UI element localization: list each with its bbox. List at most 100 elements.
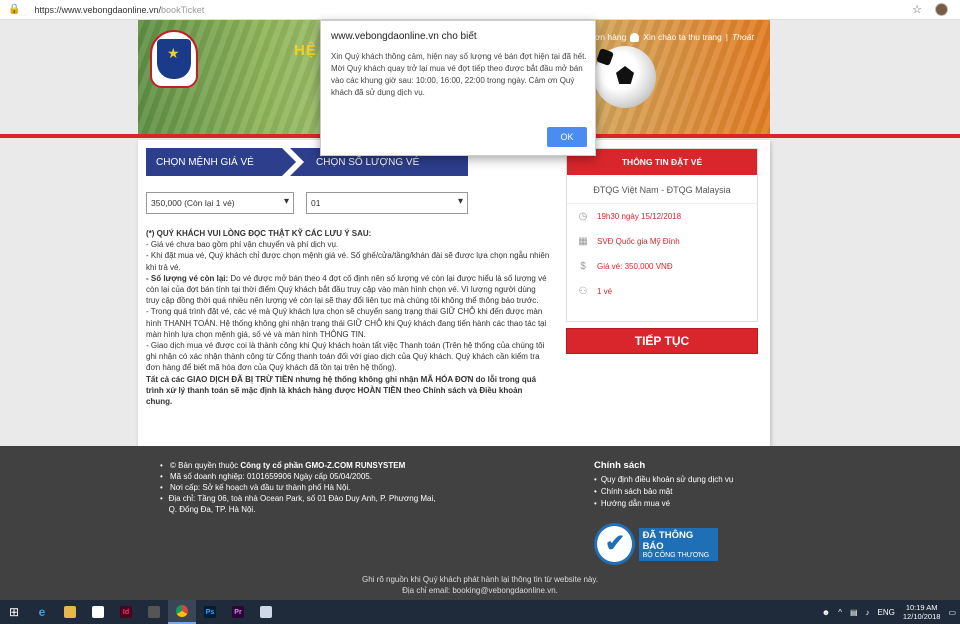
footer-address: • Địa chỉ: Tầng 06, toà nhà Ocean Park, s… [160, 493, 440, 515]
match-name: ĐTQG Việt Nam - ĐTQG Malaysia [567, 175, 757, 204]
clock-icon: ◷ [578, 211, 588, 222]
notes-icon [260, 606, 272, 618]
note-3-label: - Số lượng vé còn lại: [146, 273, 229, 283]
vff-logo[interactable] [150, 30, 198, 88]
continue-button[interactable]: TIẾP TỤC [566, 328, 758, 354]
match-time: 19h30 ngày 15/12/2018 [597, 212, 682, 221]
chevron-up-icon[interactable]: ^ [838, 608, 842, 617]
taskbar-indesign[interactable]: Id [112, 600, 140, 624]
info-count-row: ⚇ 1 vé [567, 279, 757, 304]
badge-line1: ĐÃ THÔNG BÁO [642, 529, 694, 552]
ticket-price: Giá vé: 350,000 VNĐ [597, 262, 673, 271]
profile-avatar[interactable] [935, 3, 948, 16]
policy-link-guide[interactable]: Hướng dẫn mua vé [601, 499, 670, 508]
user-icon [630, 32, 640, 42]
note-6: Tất cả các GIAO DỊCH ĐÃ BỊ TRỪ TIỀN nhưn… [146, 374, 537, 407]
taskbar-edge[interactable]: e [28, 600, 56, 624]
booking-info-panel: THÔNG TIN ĐẶT VÉ ĐTQG Việt Nam - ĐTQG Ma… [566, 148, 758, 322]
footer-bullet: • [160, 483, 163, 492]
badge-line2: BỘ CÔNG THƯƠNG [642, 551, 710, 559]
copyright-prefix: © Bản quyền thuộc [170, 461, 241, 470]
logout-link[interactable]: Thoát [732, 32, 754, 42]
badge-text: ĐÃ THÔNG BÁO BỘ CÔNG THƯƠNG [638, 527, 718, 561]
info-venue-row: ▦ SVĐ Quốc gia Mỹ Đình [567, 229, 757, 254]
footer-bottom-line2: Địa chỉ email: booking@vebongdaonline.vn… [402, 586, 558, 595]
taskbar-chrome[interactable] [168, 600, 196, 624]
footer: • © Bản quyền thuộc Công ty cổ phần GMO-Z… [0, 446, 960, 600]
vff-shield-icon [157, 39, 191, 79]
user-bar: đơn hàng Xin chào ta thu trang | Thoát [590, 28, 766, 46]
note-3: - Số lượng vé còn lại: Do vé được mở bán… [146, 273, 550, 307]
footer-bullet: • [594, 487, 597, 496]
language-indicator[interactable]: ENG [878, 608, 895, 617]
policy-link[interactable]: • Hướng dẫn mua vé [594, 499, 794, 508]
footer-bullet: • [160, 494, 163, 503]
dialog-ok-button[interactable]: OK [547, 127, 587, 147]
address-text: Địa chỉ: Tầng 06, toà nhà Ocean Park, số… [168, 494, 436, 514]
taskbar-photoshop[interactable]: Ps [196, 600, 224, 624]
football-icon [594, 46, 656, 108]
clock-time: 10:19 AM [905, 603, 938, 612]
issued-text: Nơi cấp: Sở kế hoạch và đầu tư thành phố… [170, 483, 351, 492]
footer-bullet: • [160, 472, 163, 481]
banner-title: HỆ [294, 42, 317, 59]
booking-card: CHỌN MỆNH GIÁ VÉ CHỌN SỐ LƯỢNG VÉ 350,00… [138, 140, 770, 450]
taskbar-premiere[interactable]: Pr [224, 600, 252, 624]
notification-icon[interactable]: ▭ [948, 608, 956, 617]
lock-icon: 🔒 [8, 4, 21, 15]
footer-policies: Chính sách • Quy định điều khoản sử dụng … [594, 460, 794, 511]
url-path: bookTicket [161, 4, 205, 15]
photoshop-icon: Ps [204, 606, 216, 618]
separator: | [725, 32, 728, 42]
policy-link-privacy[interactable]: Chính sách bảo mật [601, 487, 673, 496]
people-icon[interactable]: ☻ [822, 608, 830, 617]
taskbar-app[interactable] [140, 600, 168, 624]
store-icon [92, 606, 104, 618]
url-host: https://www.vebongdaonline.vn/ [34, 4, 162, 15]
checkmark-icon [594, 523, 635, 565]
taskbar-notes[interactable] [252, 600, 280, 624]
policy-heading: Chính sách [594, 460, 646, 471]
policy-link-terms[interactable]: Quy định điều khoản sử dụng dịch vụ [601, 475, 734, 484]
notes-block: (*) QUÝ KHÁCH VUI LÒNG ĐỌC THẬT KỸ CÁC L… [146, 228, 550, 407]
volume-icon[interactable]: ♪ [866, 608, 870, 617]
dollar-icon: $ [580, 261, 586, 272]
ministry-badge[interactable]: ĐÃ THÔNG BÁO BỘ CÔNG THƯƠNG [594, 522, 718, 566]
edge-icon: e [38, 605, 46, 619]
network-icon[interactable]: ▤ [850, 608, 858, 617]
policy-link[interactable]: • Quy định điều khoản sử dụng dịch vụ [594, 475, 794, 484]
notes-heading: (*) QUÝ KHÁCH VUI LÒNG ĐỌC THẬT KỸ CÁC L… [146, 229, 372, 238]
footer-bullet: • [594, 475, 597, 484]
dialog-message: Xin Quý khách thông cảm, hiện nay số lượ… [331, 52, 587, 97]
match-venue: SVĐ Quốc gia Mỹ Đình [597, 237, 680, 246]
alert-dialog: www.vebongdaonline.vn cho biết Xin Quý k… [320, 20, 596, 156]
dialog-title: www.vebongdaonline.vn cho biết [331, 31, 477, 42]
app-icon [148, 606, 160, 618]
page: HỆ đơn hàng Xin chào ta thu trang | Thoá… [0, 20, 960, 600]
note-2: - Khi đặt mua vé, Quý khách chỉ được chọ… [146, 251, 550, 272]
chrome-icon [176, 605, 188, 617]
ticket-count: 1 vé [597, 287, 613, 296]
start-button[interactable]: ⊞ [0, 600, 28, 624]
quantity-select[interactable]: 01 [306, 192, 468, 214]
greeting-text[interactable]: Xin chào ta thu trang [643, 32, 721, 42]
policy-link[interactable]: • Chính sách bảo mật [594, 487, 794, 496]
taskbar-store[interactable] [84, 600, 112, 624]
clock[interactable]: 10:19 AM 12/10/2018 [903, 603, 941, 621]
address-bar[interactable]: 🔒 https://www.vebongdaonline.vn/bookTick… [0, 0, 960, 20]
price-select[interactable]: 350,000 (Còn lại 1 vé) [146, 192, 294, 214]
windows-icon: ⊞ [8, 605, 20, 619]
premiere-icon: Pr [232, 606, 244, 618]
footer-copyright: • © Bản quyền thuộc Công ty cổ phần GMO-Z… [160, 460, 440, 471]
step-select-price[interactable]: CHỌN MỆNH GIÁ VÉ [146, 148, 296, 176]
footer-bullet: • [160, 461, 163, 470]
indesign-icon: Id [120, 606, 132, 618]
info-time-row: ◷ 19h30 ngày 15/12/2018 [567, 204, 757, 229]
info-price-row: $ Giá vé: 350,000 VNĐ [567, 254, 757, 279]
tax-text: Mã số doanh nghiệp: 0101659906 Ngày cấp … [170, 472, 372, 481]
ticket-icon: ⚇ [578, 286, 588, 297]
url-text[interactable]: https://www.vebongdaonline.vn/bookTicket [34, 5, 204, 15]
company-name: Công ty cổ phần GMO-Z.COM RUNSYSTEM [240, 461, 406, 470]
bookmark-star-icon[interactable]: ☆ [912, 3, 922, 16]
taskbar-explorer[interactable] [56, 600, 84, 624]
